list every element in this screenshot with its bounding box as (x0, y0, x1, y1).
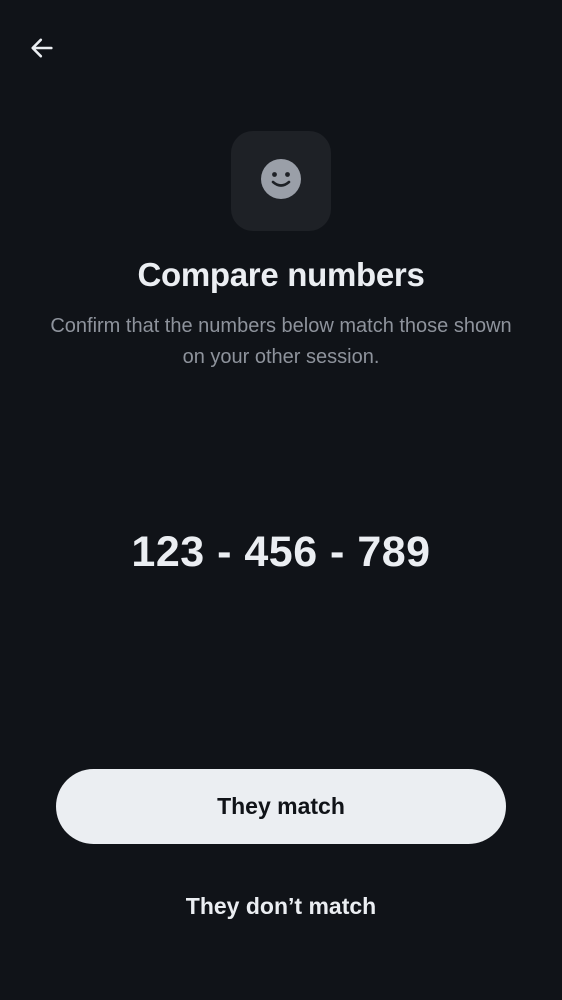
arrow-left-icon (28, 34, 56, 67)
page-subtitle: Confirm that the numbers below match tho… (50, 315, 512, 368)
page-title: Compare numbers (137, 256, 425, 293)
emoji-tile (231, 131, 331, 231)
they-match-button[interactable]: They match (56, 769, 506, 844)
they-dont-match-button[interactable]: They don’t match (56, 876, 506, 936)
verification-numbers: 123 - 456 - 789 (131, 528, 431, 576)
smiley-face-icon (259, 157, 303, 206)
back-button[interactable] (20, 30, 64, 70)
